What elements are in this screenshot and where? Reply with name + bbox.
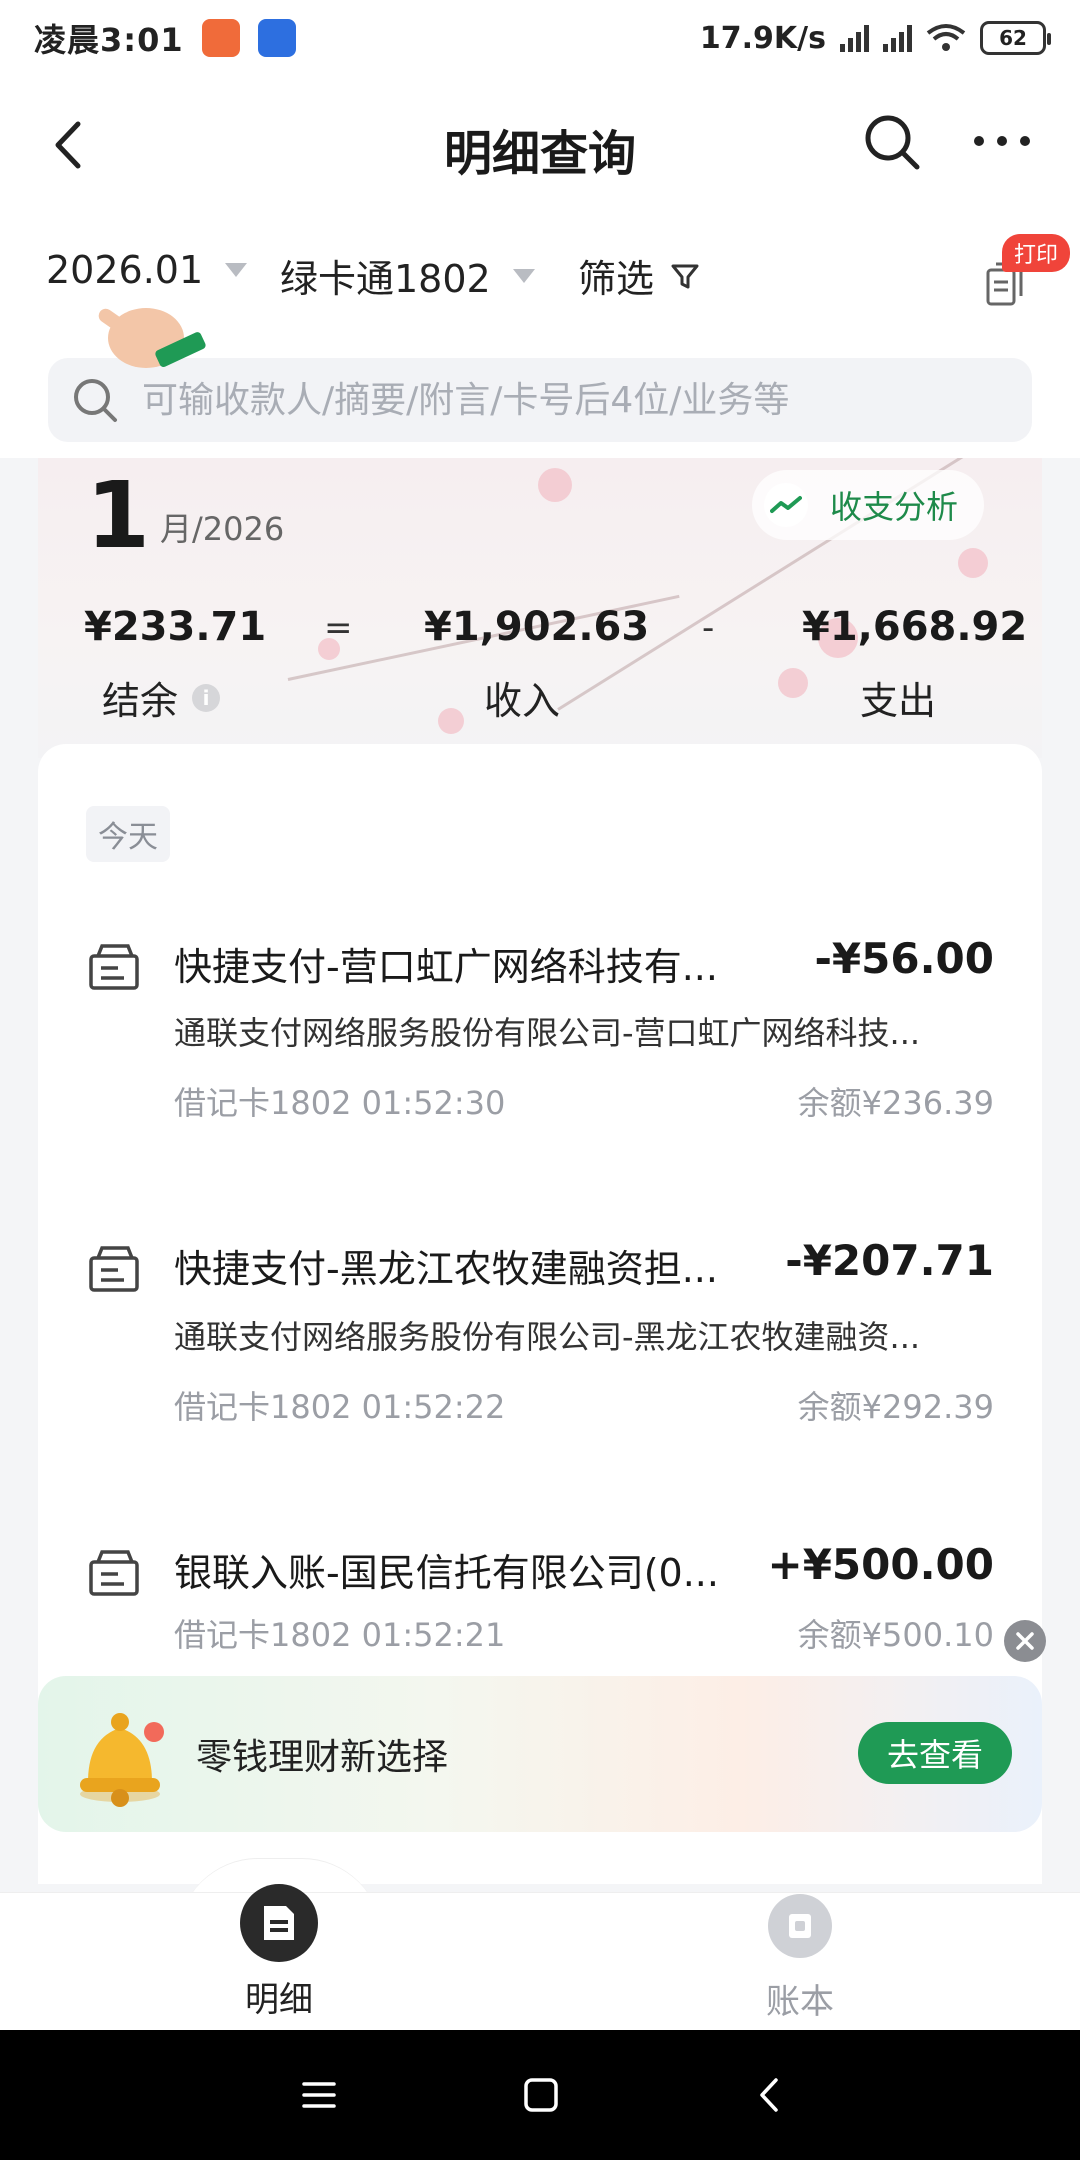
dropdown-caret-icon <box>225 263 248 277</box>
signal-icon <box>840 24 869 52</box>
bell-icon <box>80 1713 164 1807</box>
receipt-icon <box>89 1246 139 1292</box>
print-button[interactable]: 打印 <box>976 234 1071 318</box>
home-icon[interactable] <box>516 2070 566 2120</box>
wifi-icon <box>926 24 966 51</box>
transaction-amount: +¥500.00 <box>767 1540 995 1589</box>
income-label: 收入 <box>484 679 561 723</box>
back-icon[interactable] <box>744 2070 794 2120</box>
card-selector-label: 绿卡通1802 <box>280 257 491 301</box>
transaction-title: 快捷支付-黑龙江农牧建融资担... <box>174 1247 718 1291</box>
expense-value: ¥1,668.92 <box>802 604 1028 650</box>
income-expense-analysis-button[interactable]: 收支分析 <box>752 470 985 540</box>
top-app-bar: 明细查询 <box>0 76 1080 212</box>
ledger-book-icon <box>768 1894 832 1958</box>
blossom-decoration <box>958 548 988 578</box>
blossom-decoration <box>778 668 808 698</box>
transaction-title: 快捷支付-营口虹广网络科技有... <box>174 945 718 989</box>
summary-month-number: 1 <box>86 462 151 569</box>
hand-pointer-icon <box>98 308 206 368</box>
signal-icon <box>883 24 912 52</box>
filter-button[interactable]: 筛选 <box>578 248 700 303</box>
transaction-balance: 余额¥292.39 <box>797 1388 994 1426</box>
analysis-label: 收支分析 <box>830 488 959 526</box>
more-options-icon[interactable] <box>974 136 1030 152</box>
transaction-row[interactable]: 银联入账-国民信托有限公司(0... +¥500.00 借记卡1802 01:5… <box>38 1530 1042 1660</box>
dropdown-caret-icon <box>512 268 535 283</box>
transaction-balance: 余额¥500.10 <box>797 1616 994 1654</box>
menu-icon[interactable] <box>294 2070 344 2120</box>
transaction-card-time: 借记卡1802 01:52:21 <box>174 1616 506 1654</box>
summary-month-year: 月/2026 <box>160 510 285 548</box>
transaction-amount: -¥207.71 <box>785 1236 994 1285</box>
print-badge: 打印 <box>1002 234 1071 272</box>
battery-icon: 62 <box>980 21 1051 55</box>
month-selector[interactable]: 2026.01 <box>46 248 248 292</box>
transaction-row[interactable]: 快捷支付-营口虹广网络科技有... -¥56.00 通联支付网络服务股份有限公司… <box>38 924 1042 1144</box>
month-selector-label: 2026.01 <box>46 248 204 292</box>
transaction-description: 通联支付网络服务股份有限公司-营口虹广网络科技... <box>174 1014 921 1052</box>
transaction-title: 银联入账-国民信托有限公司(0... <box>174 1551 719 1595</box>
nav-tab-ledger[interactable]: 账本 <box>766 1894 834 2023</box>
nav-label-detail: 明细 <box>245 1980 313 2020</box>
monthly-summary-card: 1 月/2026 收支分析 ¥233.71 = ¥1,902.63 - ¥1,6… <box>38 458 1042 758</box>
close-icon[interactable] <box>1004 1620 1046 1662</box>
card-selector[interactable]: 绿卡通1802 <box>280 248 535 303</box>
search-icon[interactable] <box>862 112 922 172</box>
transaction-description: 通联支付网络服务股份有限公司-黑龙江农牧建融资... <box>174 1318 921 1356</box>
status-bar: 凌晨3:01 17.9K/s 62 <box>0 0 1080 76</box>
transaction-card-time: 借记卡1802 01:52:22 <box>174 1388 506 1426</box>
receipt-icon <box>89 944 139 990</box>
info-icon[interactable]: i <box>192 683 221 712</box>
promo-banner[interactable]: 零钱理财新选择 去查看 <box>38 1676 1042 1832</box>
status-time: 凌晨3:01 <box>34 21 184 59</box>
app-notification-icon <box>257 19 296 57</box>
blossom-decoration <box>438 708 464 734</box>
blossom-decoration <box>538 468 572 502</box>
bottom-nav <box>0 1892 1080 2030</box>
transaction-amount: -¥56.00 <box>814 934 994 983</box>
nav-label-ledger: 账本 <box>766 1982 834 2022</box>
nav-tab-detail[interactable]: 明细 <box>240 1884 318 2021</box>
search-input[interactable] <box>142 379 1022 421</box>
receipt-icon <box>89 1550 139 1596</box>
equals-sign: = <box>324 608 353 648</box>
income-value: ¥1,902.63 <box>424 604 650 650</box>
transaction-row[interactable]: 快捷支付-黑龙江农牧建融资担... -¥207.71 通联支付网络服务股份有限公… <box>38 1226 1042 1446</box>
system-nav-bar <box>0 2030 1080 2160</box>
filter-funnel-icon <box>671 264 699 288</box>
transaction-card-time: 借记卡1802 01:52:30 <box>174 1084 506 1122</box>
balance-label: 结余 <box>102 679 179 723</box>
transaction-balance: 余额¥236.39 <box>797 1084 994 1122</box>
trend-chart-icon <box>764 483 808 527</box>
balance-label-group: 结余 i <box>102 670 221 725</box>
network-speed: 17.9K/s <box>699 20 826 56</box>
app-notification-icon <box>201 19 240 57</box>
view-now-button[interactable]: 去查看 <box>858 1722 1012 1784</box>
balance-value: ¥233.71 <box>84 604 267 650</box>
filter-label: 筛选 <box>578 257 655 301</box>
document-list-icon <box>240 1884 318 1962</box>
day-label: 今天 <box>86 806 170 862</box>
minus-sign: - <box>702 608 715 648</box>
expense-label: 支出 <box>860 679 937 723</box>
promo-text: 零钱理财新选择 <box>196 1737 449 1778</box>
